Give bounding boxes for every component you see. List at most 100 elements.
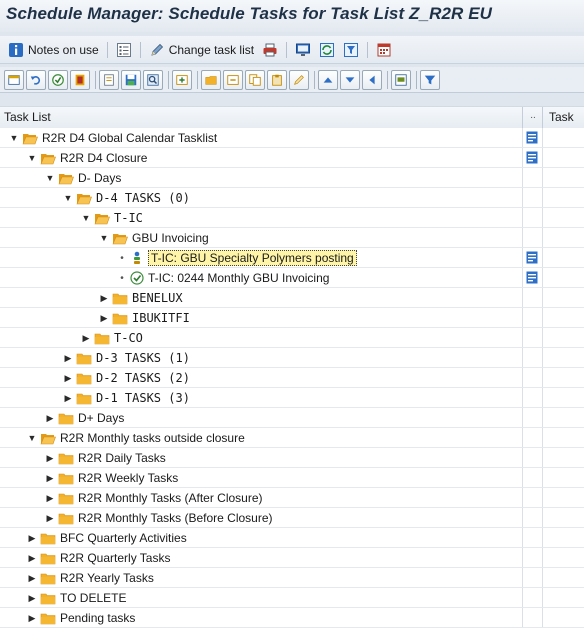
tree-node[interactable]: ▼ T-IC — [80, 210, 143, 226]
paste-button[interactable] — [267, 69, 287, 90]
task-column-header[interactable]: Task — [542, 107, 584, 128]
print-button[interactable] — [258, 39, 282, 61]
filter-button[interactable] — [420, 69, 440, 90]
tree-row[interactable]: ▶ TO DELETE — [0, 588, 584, 608]
edit-button[interactable] — [289, 69, 309, 90]
tree-row[interactable]: ▶ R2R Monthly Tasks (Before Closure) — [0, 508, 584, 528]
monitor-button[interactable] — [291, 39, 315, 61]
expand-arrow-icon[interactable]: ▶ — [26, 593, 38, 604]
tree-row[interactable]: ▶ D-3 TASKS (1) — [0, 348, 584, 368]
tree-node[interactable]: ▶ R2R Weekly Tasks — [44, 470, 179, 486]
tree-node[interactable]: ▶ IBUKITFI — [98, 310, 190, 326]
expand-arrow-icon[interactable]: ▶ — [62, 353, 74, 364]
print-list-button[interactable] — [391, 69, 411, 90]
task-list-column-header[interactable]: Task List — [4, 110, 51, 124]
collapse-arrow-icon[interactable]: ▼ — [26, 433, 38, 443]
tree-node[interactable]: ▼ D-4 TASKS (0) — [62, 190, 190, 206]
tree-row[interactable]: • T-IC: GBU Specialty Polymers posting — [0, 248, 584, 268]
tree-node[interactable]: ▶ D+ Days — [44, 410, 125, 426]
tree-row[interactable]: ▼ T-IC — [0, 208, 584, 228]
change-task-list-button[interactable]: Change task list — [145, 39, 258, 61]
tree-row[interactable]: ▶ R2R Yearly Tasks — [0, 568, 584, 588]
tree-node[interactable]: ▶ R2R Yearly Tasks — [26, 570, 154, 586]
tree-node[interactable]: ▶ R2R Daily Tasks — [44, 450, 166, 466]
tree-row[interactable]: ▶ R2R Daily Tasks — [0, 448, 584, 468]
expand-arrow-icon[interactable]: ▶ — [26, 553, 38, 564]
tree-row[interactable]: ▶ T-CO — [0, 328, 584, 348]
tree-node[interactable]: • T-IC: 0244 Monthly GBU Invoicing — [116, 270, 329, 286]
collapse-arrow-icon[interactable]: ▼ — [8, 133, 20, 143]
tree-node[interactable]: ▶ D-1 TASKS (3) — [62, 390, 190, 406]
document-icon[interactable] — [526, 271, 538, 284]
filter-button[interactable] — [339, 39, 363, 61]
expand-arrow-icon[interactable]: ▶ — [44, 453, 56, 464]
detail-button[interactable] — [99, 69, 119, 90]
tree-node[interactable]: ▼ D- Days — [44, 170, 122, 186]
tree-node[interactable]: ▶ R2R Monthly Tasks (Before Closure) — [44, 510, 273, 526]
insert-button[interactable] — [172, 69, 192, 90]
undo-button[interactable] — [26, 69, 46, 90]
small-column-header[interactable]: .. — [522, 107, 543, 128]
tree-row[interactable]: • T-IC: 0244 Monthly GBU Invoicing — [0, 268, 584, 288]
tree-node[interactable]: ▼ R2R D4 Closure — [26, 150, 148, 166]
search-button[interactable] — [143, 69, 163, 90]
expand-arrow-icon[interactable]: ▶ — [62, 393, 74, 404]
save-button[interactable] — [121, 69, 141, 90]
collapse-arrow-icon[interactable]: ▼ — [98, 233, 110, 243]
tree-row[interactable]: ▶ BFC Quarterly Activities — [0, 528, 584, 548]
tree-row[interactable]: ▶ Pending tasks — [0, 608, 584, 628]
tree-node[interactable]: ▼ R2R D4 Global Calendar Tasklist — [8, 130, 218, 146]
document-icon[interactable] — [526, 151, 538, 164]
expand-arrow-icon[interactable]: ▶ — [80, 333, 92, 344]
calendar-button[interactable] — [372, 39, 396, 61]
expand-arrow-icon[interactable]: ▶ — [44, 413, 56, 424]
tree-row[interactable]: ▶ R2R Weekly Tasks — [0, 468, 584, 488]
document-icon[interactable] — [526, 131, 538, 144]
layout-button[interactable] — [4, 69, 24, 90]
tree-row[interactable]: ▶ IBUKITFI — [0, 308, 584, 328]
tree-node[interactable]: • T-IC: GBU Specialty Polymers posting — [116, 250, 357, 266]
expand-arrow-icon[interactable]: ▶ — [44, 493, 56, 504]
move-left-button[interactable] — [362, 69, 382, 90]
tree-row[interactable]: ▼ D- Days — [0, 168, 584, 188]
delete-button[interactable] — [223, 69, 243, 90]
collapse-arrow-icon[interactable]: ▼ — [44, 173, 56, 183]
tree-row[interactable]: ▼ R2R D4 Global Calendar Tasklist — [0, 128, 584, 148]
execute-button[interactable] — [48, 69, 68, 90]
tree-row[interactable]: ▶ D-1 TASKS (3) — [0, 388, 584, 408]
tree-row[interactable]: ▼ D-4 TASKS (0) — [0, 188, 584, 208]
collapse-arrow-icon[interactable]: ▼ — [26, 153, 38, 163]
tree-node[interactable]: ▶ T-CO — [80, 330, 143, 346]
stop-button[interactable] — [70, 69, 90, 90]
expand-arrow-icon[interactable]: ▶ — [26, 533, 38, 544]
folder-new-button[interactable] — [201, 69, 221, 90]
tree-row[interactable]: ▶ R2R Quarterly Tasks — [0, 548, 584, 568]
move-down-button[interactable] — [340, 69, 360, 90]
refresh-button[interactable] — [315, 39, 339, 61]
notes-on-use-button[interactable]: Notes on use — [4, 39, 103, 61]
tree-row[interactable]: ▶ BENELUX — [0, 288, 584, 308]
collapse-arrow-icon[interactable]: ▼ — [62, 193, 74, 203]
tree-node[interactable]: ▶ Pending tasks — [26, 610, 136, 626]
tree-node[interactable]: ▶ D-2 TASKS (2) — [62, 370, 190, 386]
tree-node[interactable]: ▼ GBU Invoicing — [98, 230, 209, 246]
collapse-arrow-icon[interactable]: ▼ — [80, 213, 92, 223]
tree-node[interactable]: ▶ D-3 TASKS (1) — [62, 350, 190, 366]
expand-arrow-icon[interactable]: ▶ — [98, 313, 110, 324]
copy-button[interactable] — [245, 69, 265, 90]
expand-arrow-icon[interactable]: ▶ — [98, 293, 110, 304]
list-button[interactable] — [112, 39, 136, 61]
expand-arrow-icon[interactable]: ▶ — [44, 473, 56, 484]
tree-row[interactable]: ▶ D+ Days — [0, 408, 584, 428]
expand-arrow-icon[interactable]: ▶ — [26, 573, 38, 584]
expand-arrow-icon[interactable]: ▶ — [62, 373, 74, 384]
tree-row[interactable]: ▼ R2R Monthly tasks outside closure — [0, 428, 584, 448]
tree-node[interactable]: ▶ TO DELETE — [26, 590, 127, 606]
tree-row[interactable]: ▼ GBU Invoicing — [0, 228, 584, 248]
tree-row[interactable]: ▶ D-2 TASKS (2) — [0, 368, 584, 388]
tree-node[interactable]: ▶ BFC Quarterly Activities — [26, 530, 187, 546]
expand-arrow-icon[interactable]: ▶ — [26, 613, 38, 624]
tree-row[interactable]: ▼ R2R D4 Closure — [0, 148, 584, 168]
tree-node[interactable]: ▼ R2R Monthly tasks outside closure — [26, 430, 245, 446]
move-up-button[interactable] — [318, 69, 338, 90]
